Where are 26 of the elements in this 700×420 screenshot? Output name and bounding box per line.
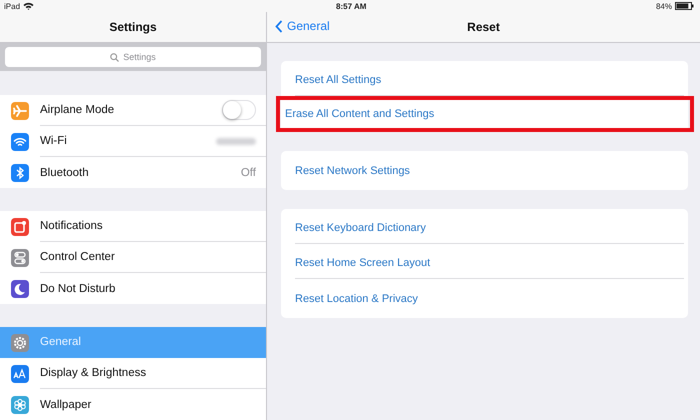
reset-option[interactable]: Erase All Content and Settings <box>276 96 694 132</box>
sidebar-title: Settings <box>109 20 157 34</box>
status-time: 8:57 AM <box>336 2 366 10</box>
battery-percent: 84% <box>656 2 672 10</box>
setting-value: Off <box>240 166 256 178</box>
back-button[interactable]: General <box>275 19 330 33</box>
toggle-switch[interactable] <box>222 100 256 120</box>
device-name: iPad <box>4 2 20 10</box>
chevron-left-icon <box>275 20 283 32</box>
switches-icon <box>11 248 29 266</box>
detail-title: Reset <box>467 20 500 34</box>
wifi-icon <box>11 132 29 150</box>
gear-icon <box>11 334 29 352</box>
flower-icon <box>11 396 29 414</box>
wifi-icon <box>23 2 34 10</box>
blurred-network-name <box>216 138 256 144</box>
search-icon <box>110 52 120 62</box>
reset-option[interactable]: Reset Network Settings <box>281 151 688 190</box>
battery-icon <box>675 2 694 10</box>
search-field[interactable]: Settings <box>5 47 261 67</box>
notifications-icon <box>11 218 29 236</box>
airplane-icon <box>11 102 29 120</box>
settings-item[interactable]: General <box>0 327 266 358</box>
bluetooth-icon <box>11 164 29 182</box>
moon-icon <box>11 280 29 298</box>
text-size-icon <box>11 364 29 382</box>
